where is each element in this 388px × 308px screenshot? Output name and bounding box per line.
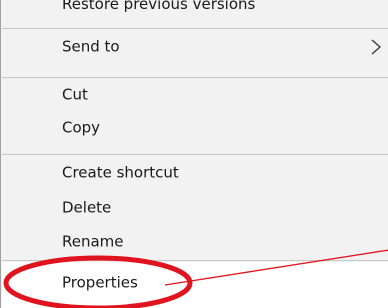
menu-item-label: Delete [62, 198, 112, 217]
menu-item-delete[interactable]: Delete [2, 192, 388, 224]
menu-item-properties[interactable]: Properties [2, 262, 388, 308]
menu-item-label: Restore previous versions [62, 0, 256, 13]
menu-item-label: Rename [62, 232, 124, 251]
menu-separator [2, 154, 388, 155]
menu-item-label: Send to [62, 37, 120, 56]
menu-item-copy[interactable]: Copy [2, 112, 388, 144]
menu-separator [2, 28, 388, 29]
menu-item-restore-previous-versions[interactable]: Restore previous versions [2, 0, 388, 12]
menu-item-rename[interactable]: Rename [2, 226, 388, 258]
chevron-right-icon [371, 39, 381, 55]
menu-item-send-to[interactable]: Send to [2, 31, 388, 63]
menu-item-cut[interactable]: Cut [2, 79, 388, 111]
menu-item-label: Create shortcut [62, 163, 179, 182]
menu-separator [2, 77, 388, 78]
menu-item-label: Cut [62, 85, 88, 104]
menu-separator [2, 260, 388, 261]
context-menu: Restore previous versions Send to Cut Co… [0, 0, 388, 308]
menu-item-label: Copy [62, 118, 101, 137]
menu-item-create-shortcut[interactable]: Create shortcut [2, 157, 388, 189]
menu-item-label: Properties [62, 273, 138, 292]
